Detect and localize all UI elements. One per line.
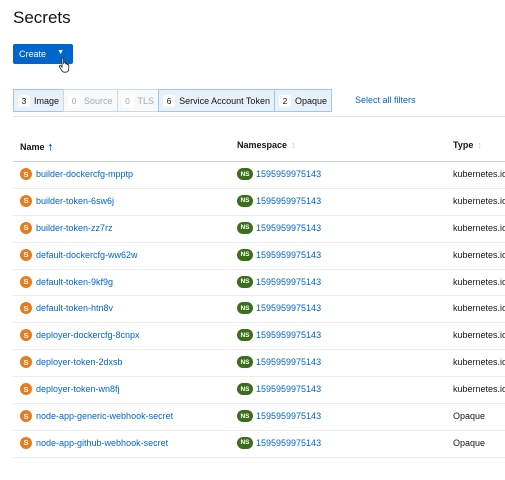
- column-header-type[interactable]: Type ↕: [453, 140, 482, 150]
- namespace-link[interactable]: 1595959975143: [256, 277, 321, 287]
- table-row: Sbuilder-dockercfg-mpptp NS 1595959975143…: [13, 162, 505, 189]
- table-row: Sdeployer-token-2dxsb NS 1595959975143 ku…: [13, 350, 505, 378]
- filter-chip-service-account-token[interactable]: 6 Service Account Token: [158, 89, 275, 112]
- namespace-link[interactable]: 1595959975143: [256, 169, 321, 179]
- secret-name-link[interactable]: default-dockercfg-ww62w: [36, 250, 138, 260]
- secret-badge-icon: S: [20, 221, 32, 234]
- secret-type: kubernetes.io: [453, 330, 505, 341]
- secret-name-link[interactable]: default-token-htn8v: [36, 303, 113, 313]
- secret-badge-icon: S: [20, 194, 32, 207]
- sort-icon: ↕: [291, 140, 296, 150]
- namespace-link[interactable]: 1595959975143: [256, 438, 321, 448]
- secret-name-link[interactable]: node-app-generic-webhook-secret: [36, 411, 173, 421]
- secret-badge-icon: S: [20, 168, 32, 180]
- column-header-label: Type: [453, 140, 474, 150]
- namespace-badge-icon: NS: [237, 275, 253, 288]
- secret-badge-icon: S: [20, 436, 32, 449]
- table-row: Sdefault-dockercfg-ww62w NS 1595959975143…: [13, 243, 505, 270]
- create-button-label: Create: [19, 49, 47, 59]
- filter-chip-image[interactable]: 3 Image: [13, 89, 65, 112]
- secret-type: kubernetes.io: [453, 195, 505, 206]
- secret-name-link[interactable]: builder-dockercfg-mpptp: [36, 169, 133, 179]
- namespace-badge-icon: NS: [237, 410, 253, 423]
- secret-type: kubernetes.io: [453, 249, 505, 260]
- secret-badge-icon: S: [20, 356, 32, 369]
- sort-ascending-icon: 🠕: [48, 142, 53, 152]
- secret-name-link[interactable]: builder-token-6sw6j: [36, 196, 114, 206]
- hand-cursor-icon: [58, 57, 70, 73]
- filter-count: 3: [18, 94, 30, 107]
- column-header-namespace[interactable]: Namespace ↕: [237, 140, 296, 150]
- secret-name-link[interactable]: deployer-token-wn8fj: [36, 384, 120, 394]
- secret-badge-icon: S: [20, 302, 32, 315]
- namespace-badge-icon: NS: [237, 194, 253, 207]
- filter-bar: 3 Image 0 Source 0 TLS 6 Service Account…: [13, 89, 332, 112]
- secret-name-link[interactable]: deployer-token-2dxsb: [36, 357, 123, 367]
- namespace-badge-icon: NS: [237, 168, 253, 180]
- column-header-label: Name: [20, 142, 45, 152]
- secret-name-link[interactable]: builder-token-zz7rz: [36, 223, 113, 233]
- namespace-link[interactable]: 1595959975143: [256, 223, 321, 233]
- secret-type: kubernetes.io: [453, 384, 505, 395]
- secret-type: kubernetes.io: [453, 276, 505, 287]
- filter-count: 0: [121, 94, 134, 107]
- namespace-link[interactable]: 1595959975143: [256, 411, 321, 421]
- filter-count: 2: [278, 94, 291, 107]
- namespace-badge-icon: NS: [237, 302, 253, 315]
- namespace-badge-icon: NS: [237, 436, 253, 449]
- table-row: Snode-app-github-webhook-secret NS 159595…: [13, 431, 505, 458]
- table-row: Sdeployer-token-wn8fj NS 1595959975143 ku…: [13, 377, 505, 405]
- secret-badge-icon: S: [20, 410, 32, 423]
- filter-count: 6: [163, 94, 176, 107]
- namespace-link[interactable]: 1595959975143: [256, 384, 321, 394]
- secret-name-link[interactable]: deployer-dockercfg-8cnpx: [36, 330, 140, 340]
- secret-type: Opaque: [453, 411, 486, 422]
- caret-down-icon: ▼: [57, 49, 64, 56]
- table-row: Sdeployer-dockercfg-8cnpx NS 159595997514…: [13, 323, 505, 351]
- secrets-table-body: Sbuilder-dockercfg-mpptp NS 1595959975143…: [13, 162, 505, 458]
- secret-type: Opaque: [453, 437, 486, 448]
- namespace-link[interactable]: 1595959975143: [256, 196, 321, 206]
- filter-chip-tls[interactable]: 0 TLS: [116, 89, 160, 112]
- filter-count: 0: [68, 94, 81, 107]
- secret-badge-icon: S: [20, 383, 32, 396]
- namespace-badge-icon: NS: [237, 356, 253, 369]
- namespace-link[interactable]: 1595959975143: [256, 303, 321, 313]
- column-header-label: Namespace: [237, 140, 288, 150]
- secret-badge-icon: S: [20, 275, 32, 288]
- namespace-badge-icon: NS: [237, 329, 253, 342]
- secret-type: kubernetes.io: [453, 222, 505, 233]
- table-row: Sbuilder-token-zz7rz NS 1595959975143 kub…: [13, 216, 505, 243]
- filter-label: Service Account Token: [179, 95, 270, 106]
- filter-label: Image: [34, 95, 60, 106]
- namespace-badge-icon: NS: [237, 383, 253, 396]
- column-header-name[interactable]: Name 🠕: [20, 140, 52, 156]
- table-row: Sdefault-token-9kf9g NS 1595959975143 kub…: [13, 270, 505, 297]
- filter-label: TLS: [137, 95, 155, 106]
- secret-type: kubernetes.io: [453, 303, 505, 314]
- secret-badge-icon: S: [20, 329, 32, 342]
- namespace-badge-icon: NS: [237, 248, 253, 261]
- table-row: Sdefault-token-htn8v NS 1595959975143 kub…: [13, 296, 505, 324]
- filter-label: Opaque: [294, 95, 327, 106]
- secret-type: kubernetes.io: [453, 357, 505, 368]
- namespace-link[interactable]: 1595959975143: [256, 357, 321, 367]
- namespace-link[interactable]: 1595959975143: [256, 250, 321, 260]
- secret-name-link[interactable]: node-app-github-webhook-secret: [36, 438, 168, 448]
- secret-badge-icon: S: [20, 248, 32, 261]
- namespace-badge-icon: NS: [237, 221, 253, 234]
- table-row: Snode-app-generic-webhook-secret NS 15959…: [13, 404, 505, 431]
- filter-chip-opaque[interactable]: 2 Opaque: [273, 89, 332, 112]
- page-title: Secrets: [13, 8, 71, 27]
- filter-label: Source: [84, 95, 113, 106]
- table-row: Sbuilder-token-6sw6j NS 1595959975143 kub…: [13, 189, 505, 216]
- secret-type: kubernetes.io: [453, 169, 505, 179]
- sort-icon: ↕: [477, 140, 482, 150]
- divider: [13, 116, 505, 117]
- secret-name-link[interactable]: default-token-9kf9g: [36, 277, 113, 287]
- namespace-link[interactable]: 1595959975143: [256, 330, 321, 340]
- filter-chip-source[interactable]: 0 Source: [63, 89, 118, 112]
- select-all-filters-link[interactable]: Select all filters: [355, 95, 416, 105]
